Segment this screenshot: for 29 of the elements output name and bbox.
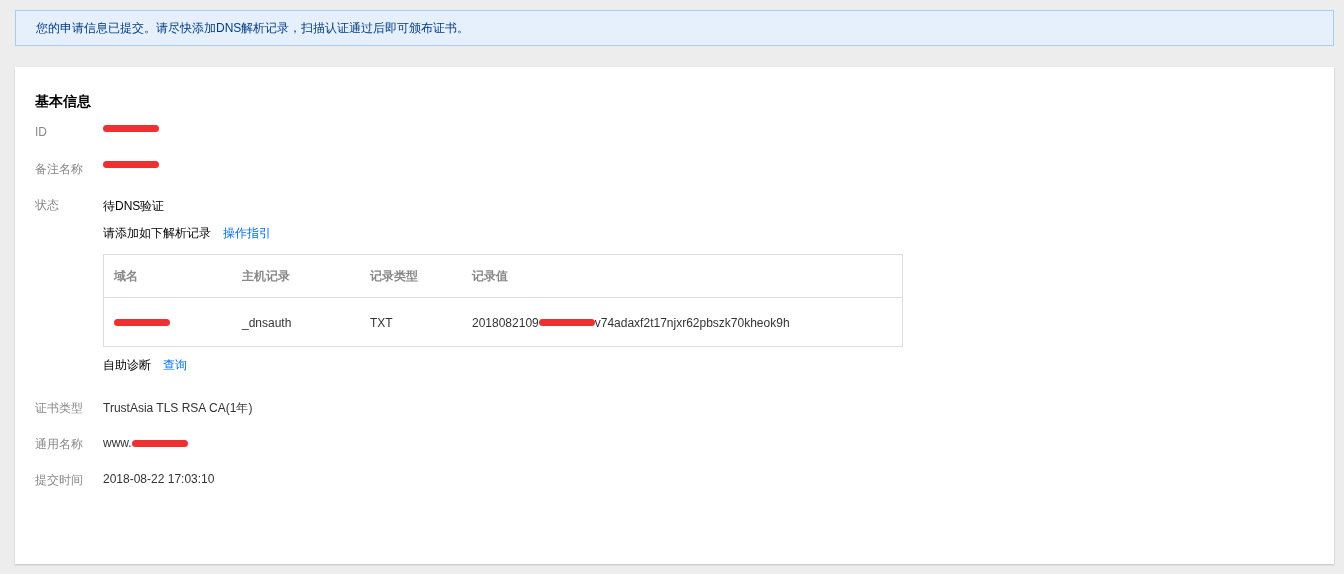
column-header: 域名 xyxy=(103,254,232,298)
redaction-mark xyxy=(114,319,170,327)
field-label: 提交时间 xyxy=(35,472,84,489)
value-text: _dnsauth xyxy=(242,315,292,330)
value-text: 2018-08-22 17:03:10 xyxy=(103,472,215,486)
redaction-mark xyxy=(538,318,595,326)
field-label: 状态 xyxy=(35,197,60,214)
column-header: 记录值 xyxy=(462,254,903,298)
redaction-mark xyxy=(131,439,188,447)
guide-link[interactable]: 操作指引 xyxy=(223,225,271,242)
value-text: TrustAsia TLS RSA CA(1年) xyxy=(103,400,253,417)
field-label: 备注名称 xyxy=(35,161,84,178)
instruction-text: 请添加如下解析记录 xyxy=(103,225,211,242)
field-label: ID xyxy=(35,125,48,139)
column-header: 记录类型 xyxy=(360,254,462,298)
value-text: 2018082109 xyxy=(472,315,539,330)
redaction-mark xyxy=(103,125,159,132)
notice-text: 您的申请信息已提交。请尽快添加DNS解析记录，扫描认证通过后即可颁布证书。 xyxy=(36,19,470,37)
value-text: v74adaxf2t17njxr62pbszk70kheok9h xyxy=(594,315,790,330)
query-link[interactable]: 查询 xyxy=(163,357,187,374)
diagnose-label: 自助诊断 xyxy=(103,357,151,374)
field-label: 证书类型 xyxy=(35,400,84,417)
value-text: www. xyxy=(103,436,132,450)
field-label: 通用名称 xyxy=(35,436,84,453)
column-header: 主机记录 xyxy=(232,254,360,298)
status-text: 待DNS验证 xyxy=(103,198,166,215)
redaction-mark xyxy=(103,161,159,168)
value-text: TXT xyxy=(370,315,393,330)
section-title: 基本信息 xyxy=(35,93,92,111)
